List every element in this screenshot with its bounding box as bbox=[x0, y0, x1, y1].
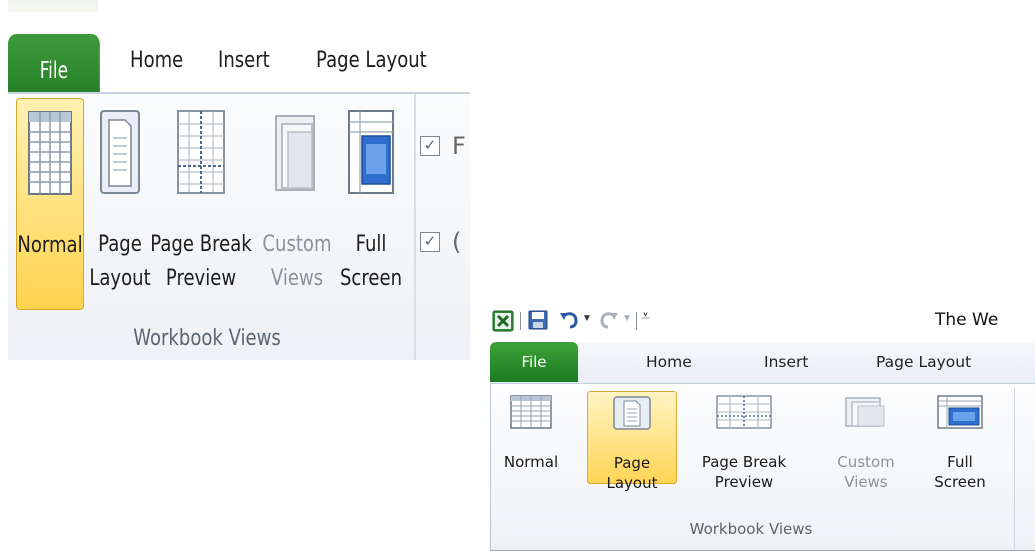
tab-file-label: File bbox=[39, 58, 69, 84]
custom-views-button[interactable]: Custom Views bbox=[831, 391, 901, 491]
page-break-preview-icon bbox=[177, 110, 225, 194]
full-screen-icon bbox=[348, 110, 394, 194]
normal-view-icon bbox=[28, 111, 72, 195]
page-layout-view-button[interactable]: Page Layout bbox=[89, 98, 151, 308]
normal-view-label: Normal bbox=[503, 453, 559, 471]
tab-page-layout[interactable]: Page Layout bbox=[316, 48, 427, 73]
tab-insert[interactable]: Insert bbox=[764, 353, 808, 371]
window-title: The We bbox=[935, 310, 999, 330]
undo-dropdown-icon[interactable]: ▼ bbox=[582, 313, 592, 324]
tab-file-label: File bbox=[521, 353, 547, 371]
page-break-preview-button[interactable]: Page Break Preview bbox=[150, 98, 252, 308]
excel-app-icon[interactable] bbox=[492, 310, 514, 332]
custom-views-icon bbox=[275, 115, 315, 191]
customize-qat-icon[interactable]: ⩡ bbox=[641, 308, 650, 326]
redo-dropdown-icon[interactable]: ▼ bbox=[622, 313, 632, 324]
page-break-preview-label: Page Break Preview bbox=[701, 453, 787, 491]
tab-home[interactable]: Home bbox=[130, 48, 183, 73]
undo-icon[interactable] bbox=[558, 310, 580, 330]
show-checkbox-2-label: ( bbox=[452, 228, 462, 256]
page-layout-view-icon bbox=[100, 110, 140, 194]
page-layout-view-button[interactable]: Page Layout bbox=[587, 391, 677, 492]
group-separator bbox=[414, 94, 416, 360]
ribbon-body: Normal Page Layout Page Break Preview Cu… bbox=[8, 92, 470, 360]
page-break-preview-icon bbox=[716, 395, 772, 429]
normal-view-icon bbox=[510, 395, 552, 429]
workbook-views-group-label: Workbook Views bbox=[133, 326, 281, 351]
custom-views-label: Custom Views bbox=[262, 232, 332, 291]
page-break-preview-button[interactable]: Page Break Preview bbox=[689, 391, 799, 491]
normal-view-button[interactable]: Normal bbox=[16, 98, 84, 310]
tab-insert[interactable]: Insert bbox=[218, 48, 270, 73]
ribbon-tab-bar: File Home Insert Page Layout bbox=[0, 20, 470, 108]
qat-separator bbox=[520, 312, 521, 330]
group-separator bbox=[1014, 388, 1015, 548]
tab-home[interactable]: Home bbox=[646, 353, 692, 371]
qat-separator bbox=[636, 312, 637, 330]
quick-access-toolbar: ▼ ▼ ⩡ The We bbox=[490, 304, 1035, 342]
save-icon[interactable] bbox=[528, 310, 548, 330]
show-checkbox-1[interactable]: ✓ bbox=[420, 136, 440, 156]
custom-views-label: Custom Views bbox=[837, 453, 895, 491]
full-screen-icon bbox=[937, 395, 983, 429]
workbook-views-group-label: Workbook Views bbox=[689, 520, 813, 538]
normal-view-button[interactable]: Normal bbox=[503, 391, 559, 482]
standard-ribbon-panel: ▼ ▼ ⩡ The We File Home Insert Page Layou… bbox=[490, 304, 1035, 551]
ribbon-tab-bar: File Home Insert Page Layout bbox=[490, 342, 1035, 383]
custom-views-button[interactable]: Custom Views bbox=[262, 98, 332, 308]
title-strip bbox=[0, 0, 470, 14]
tab-page-layout[interactable]: Page Layout bbox=[876, 353, 971, 371]
tab-file[interactable]: File bbox=[490, 342, 578, 382]
full-screen-button[interactable]: Full Screen bbox=[338, 98, 404, 308]
page-break-preview-label: Page Break Preview bbox=[150, 232, 252, 291]
page-layout-view-icon bbox=[613, 396, 651, 430]
custom-views-icon bbox=[845, 397, 885, 427]
ribbon-body: Normal Page Layout Page Break Preview Cu… bbox=[490, 383, 1035, 551]
full-screen-label: Full Screen bbox=[934, 453, 986, 491]
full-screen-label: Full Screen bbox=[339, 232, 403, 291]
redo-icon[interactable] bbox=[598, 310, 620, 330]
show-checkbox-1-label: F bbox=[452, 132, 466, 160]
page-layout-view-label: Page Layout bbox=[89, 232, 151, 291]
show-checkbox-2[interactable]: ✓ bbox=[420, 232, 440, 252]
zoomed-ribbon-panel: File Home Insert Page Layout Normal Page… bbox=[0, 0, 470, 360]
full-screen-button[interactable]: Full Screen bbox=[923, 391, 997, 491]
